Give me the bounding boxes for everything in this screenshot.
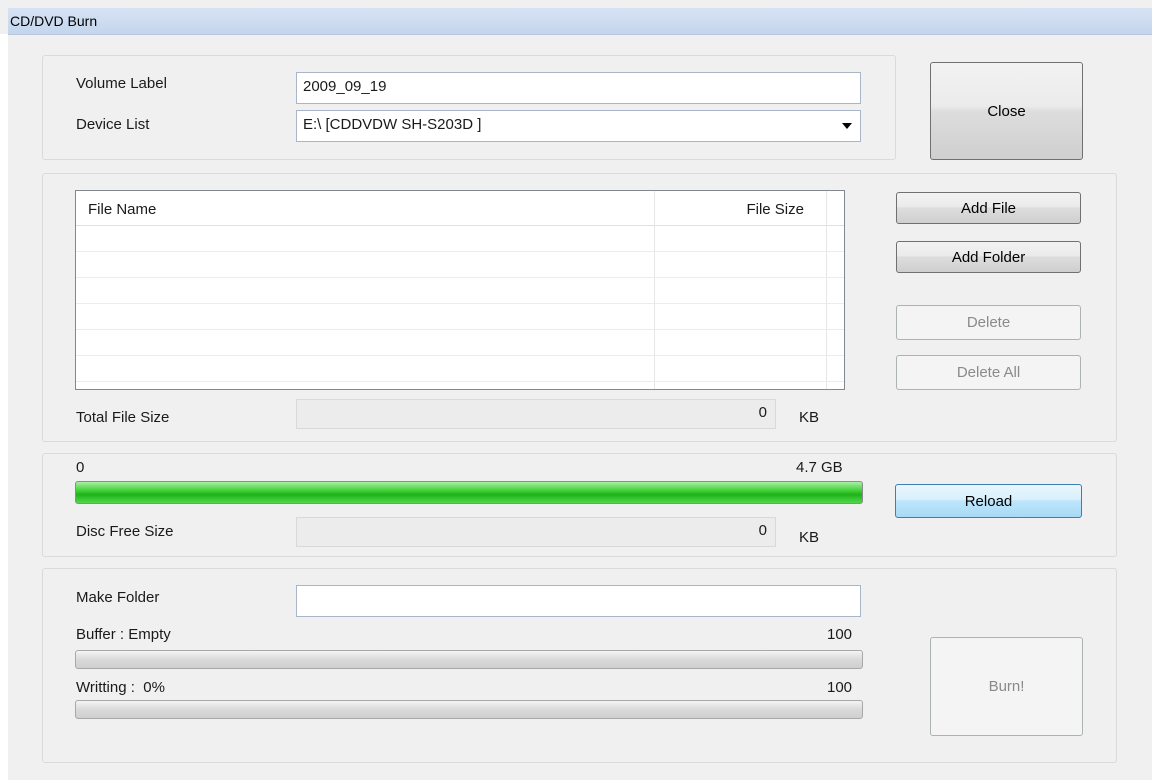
close-button[interactable]: Close	[930, 62, 1083, 160]
burn-button[interactable]: Burn!	[930, 637, 1083, 736]
buffer-status: Empty	[128, 626, 171, 643]
device-selected-value: E:\ [CDDVDW SH-S203D ]	[303, 116, 482, 133]
volume-label-caption: Volume Label	[76, 75, 167, 92]
column-separator	[826, 191, 827, 389]
list-row-line	[76, 381, 844, 382]
writing-caption: Writting : 0%	[76, 679, 165, 696]
delete-all-button[interactable]: Delete All	[896, 355, 1081, 390]
buffer-label: Buffer :	[76, 626, 125, 643]
total-file-size-caption: Total File Size	[76, 409, 170, 426]
writing-percent: 0%	[143, 679, 165, 696]
disc-free-size-unit: KB	[799, 529, 820, 546]
volume-group	[42, 55, 896, 160]
list-row-line	[76, 277, 844, 278]
window-title: CD/DVD Burn	[10, 13, 98, 29]
disc-min-label: 0	[76, 459, 85, 476]
disc-free-size-caption: Disc Free Size	[76, 523, 174, 540]
disc-usage-bar	[75, 481, 863, 504]
file-list-header: File Name File Size	[76, 191, 844, 226]
make-folder-caption: Make Folder	[76, 589, 160, 606]
list-row-line	[76, 303, 844, 304]
device-list-select[interactable]: E:\ [CDDVDW SH-S203D ]	[296, 110, 861, 142]
add-folder-button[interactable]: Add Folder	[896, 241, 1081, 273]
disc-max-label: 4.7 GB	[796, 459, 843, 476]
writing-max-label: 100	[827, 679, 853, 696]
list-row-line	[76, 251, 844, 252]
buffer-progress-bar	[75, 650, 863, 669]
device-list-caption: Device List	[76, 116, 150, 133]
disc-free-size-value: 0	[296, 517, 776, 547]
reload-button[interactable]: Reload	[895, 484, 1082, 518]
list-row-line	[76, 355, 844, 356]
add-file-button[interactable]: Add File	[896, 192, 1081, 224]
total-file-size-unit: KB	[799, 409, 820, 426]
column-header-file-size[interactable]: File Size	[746, 201, 804, 218]
window-frame-left	[0, 34, 8, 780]
file-list-view[interactable]: File Name File Size	[75, 190, 845, 390]
title-bar: CD/DVD Burn	[8, 8, 1152, 35]
writing-label: Writting :	[76, 679, 135, 696]
list-row-line	[76, 329, 844, 330]
buffer-max-label: 100	[827, 626, 853, 643]
make-folder-input[interactable]	[296, 585, 861, 617]
chevron-down-icon[interactable]	[842, 123, 852, 129]
buffer-caption: Buffer : Empty	[76, 626, 171, 643]
column-header-file-name[interactable]: File Name	[88, 201, 156, 218]
writing-progress-bar	[75, 700, 863, 719]
volume-label-input[interactable]: 2009_09_19	[296, 72, 861, 104]
column-separator	[654, 191, 655, 389]
delete-button[interactable]: Delete	[896, 305, 1081, 340]
total-file-size-value: 0	[296, 399, 776, 429]
